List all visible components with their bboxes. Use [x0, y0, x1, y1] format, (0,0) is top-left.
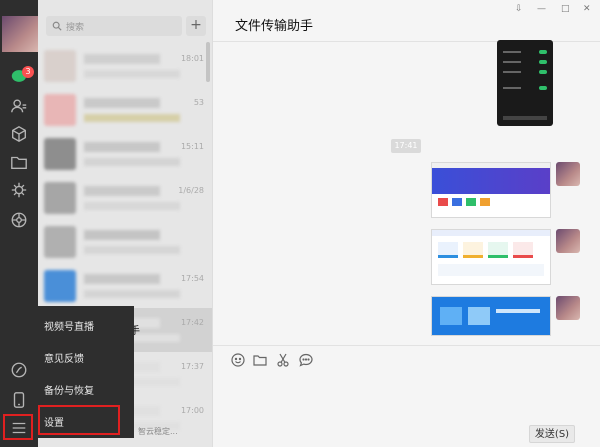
contact-avatar [44, 226, 76, 258]
contact-avatar [44, 94, 76, 126]
folder-icon[interactable] [253, 353, 267, 367]
chat-time: 15:11 [180, 142, 204, 151]
chat-list-item[interactable]: 15:11 [38, 132, 212, 176]
contact-avatar [44, 50, 76, 82]
search-icon [52, 21, 62, 31]
unread-badge: 3 [22, 66, 34, 78]
moments-icon[interactable] [9, 180, 29, 200]
chat-bubble-icon[interactable] [299, 353, 313, 367]
close-icon[interactable]: ✕ [583, 4, 591, 14]
message-preview-redacted [84, 246, 180, 254]
emoji-icon[interactable] [231, 353, 245, 367]
pin-icon[interactable]: ⇩ [515, 4, 523, 14]
chat-list-item[interactable]: 18:01 [38, 44, 212, 88]
message-preview-redacted [84, 290, 180, 298]
phone-icon[interactable] [9, 390, 29, 410]
contact-name-redacted [84, 54, 160, 64]
mini-programs-icon[interactable] [9, 210, 29, 230]
menu-item-live[interactable]: 视频号直播 [44, 318, 94, 333]
my-avatar[interactable] [556, 229, 580, 253]
time-divider: 17:41 [391, 139, 421, 153]
chat-list-item[interactable]: 53 [38, 88, 212, 132]
contacts-icon[interactable] [9, 96, 29, 116]
message-preview-redacted [84, 114, 180, 122]
chat-time: 53 [193, 98, 204, 107]
chat-list-item[interactable] [38, 220, 212, 264]
contact-name-redacted [84, 142, 160, 152]
chat-preview-partial: 智云稳定... [138, 427, 178, 436]
image-message-web-3[interactable] [431, 296, 551, 336]
image-message-phone[interactable] [497, 40, 553, 126]
contact-name-redacted [84, 230, 160, 240]
chat-time: 18:01 [180, 54, 204, 63]
add-button[interactable]: + [186, 16, 206, 36]
image-message-web-2[interactable] [431, 229, 551, 285]
contact-avatar [44, 270, 76, 302]
contact-name-redacted [84, 274, 160, 284]
chat-title: 文件传输助手 [235, 19, 314, 34]
chat-time: 17:42 [180, 318, 204, 327]
chat-list-item[interactable]: 1/6/28 [38, 176, 212, 220]
favorites-icon[interactable] [9, 124, 29, 144]
chat-list-item[interactable]: 17:54 [38, 264, 212, 308]
minimize-icon[interactable]: — [537, 4, 546, 14]
scissors-icon[interactable] [276, 353, 290, 367]
my-avatar[interactable] [556, 296, 580, 320]
menu-item-backup[interactable]: 备份与恢复 [44, 382, 94, 397]
wechat-window: 3 搜索 + 18:01 53 15:11 1/6/28 17:54 17:42… [0, 0, 600, 447]
input-divider [213, 345, 600, 346]
chat-time: 17:00 [180, 406, 204, 415]
maximize-icon[interactable]: □ [561, 4, 570, 14]
list-scrollbar[interactable] [206, 42, 210, 82]
search-input[interactable]: 搜索 [46, 16, 182, 36]
search-placeholder: 搜索 [66, 22, 85, 33]
contact-avatar [44, 138, 76, 170]
message-preview-redacted [84, 70, 180, 78]
menu-item-feedback[interactable]: 意见反馈 [44, 350, 84, 365]
menu-icon-highlight [3, 414, 33, 440]
my-avatar[interactable] [556, 162, 580, 186]
send-button[interactable]: 发送(S) [529, 425, 575, 443]
message-preview-redacted [84, 202, 180, 210]
contact-name-redacted [84, 186, 160, 196]
image-message-web-1[interactable] [431, 162, 551, 218]
settings-highlight [38, 405, 120, 435]
chat-pane: 文件传输助手 ⇩ — □ ✕ 17:41 发送(S) [212, 0, 600, 447]
contact-avatar [44, 182, 76, 214]
channels-icon[interactable] [9, 360, 29, 380]
files-icon[interactable] [9, 152, 29, 172]
contact-name-redacted [84, 98, 160, 108]
left-nav: 3 [0, 0, 38, 447]
self-avatar[interactable] [2, 16, 38, 52]
chat-time: 17:37 [180, 362, 204, 371]
message-preview-redacted [84, 158, 180, 166]
chat-time: 1/6/28 [178, 186, 204, 195]
chat-time: 17:54 [180, 274, 204, 283]
